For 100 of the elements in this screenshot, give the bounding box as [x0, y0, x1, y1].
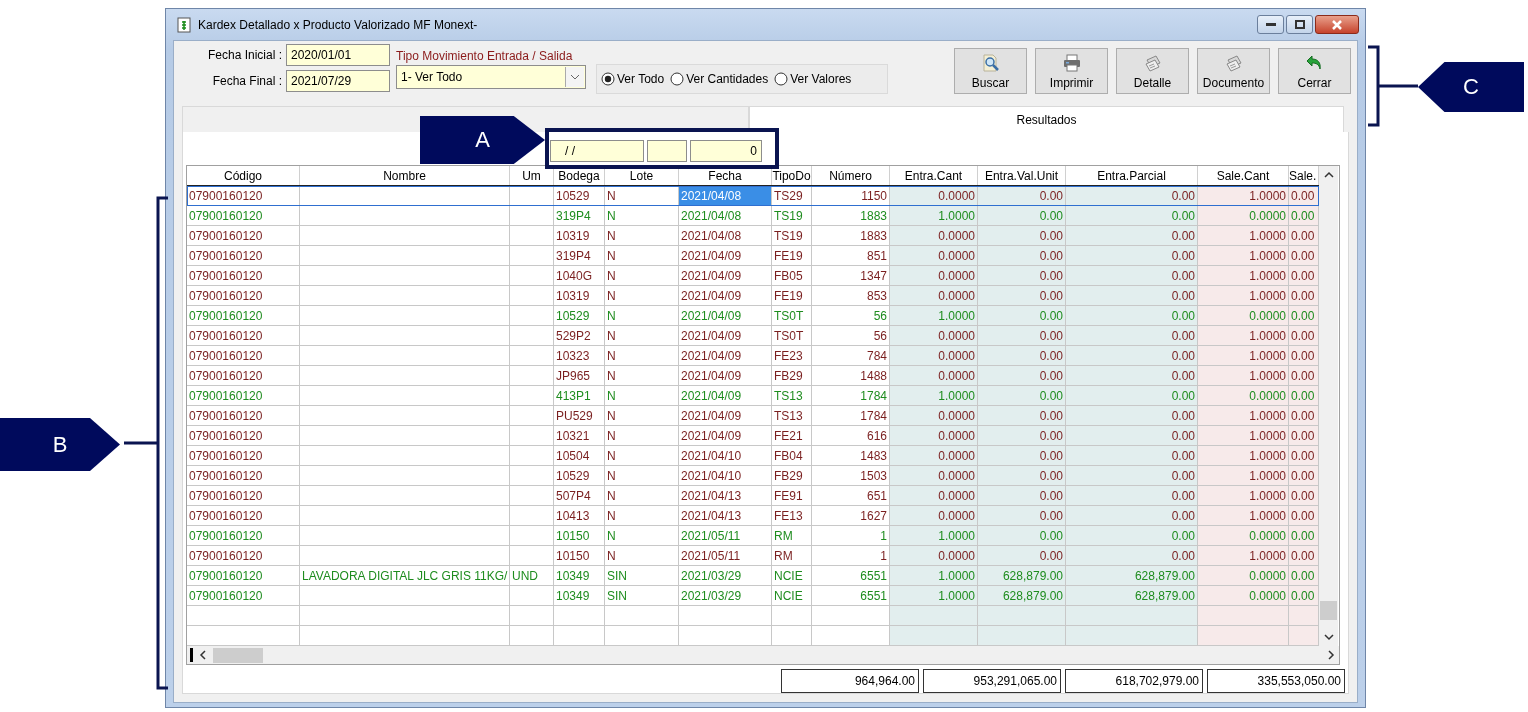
column-header[interactable]: Entra.Parcial: [1066, 166, 1198, 185]
table-cell: 628,879.00: [978, 586, 1066, 606]
type-dropdown[interactable]: 1- Ver Todo: [396, 65, 586, 89]
table-cell: 0.00: [1289, 326, 1319, 346]
radio-option[interactable]: Ver Cantidades: [670, 72, 769, 86]
table-cell: 628,879.00: [1066, 586, 1198, 606]
table-cell: N: [605, 206, 679, 226]
column-header[interactable]: Fecha: [679, 166, 772, 185]
column-header[interactable]: Sale.Cant: [1198, 166, 1289, 185]
close-button[interactable]: [1315, 15, 1359, 34]
table-cell: [510, 226, 554, 246]
scrollbar-thumb[interactable]: [1320, 601, 1337, 620]
toolbar-button[interactable]: Cerrar: [1278, 48, 1351, 94]
table-cell: 07900160120: [187, 566, 300, 586]
toolbar-button[interactable]: Detalle: [1116, 48, 1189, 94]
column-header[interactable]: Número: [812, 166, 890, 185]
date-field[interactable]: 2021/07/29: [286, 70, 390, 92]
table-cell: 1.0000: [1198, 406, 1289, 426]
column-header[interactable]: TipoDo: [772, 166, 812, 185]
table-cell: [510, 266, 554, 286]
table-cell: 1.0000: [1198, 486, 1289, 506]
table-cell: 07900160120: [187, 266, 300, 286]
callout-marker: C: [1418, 62, 1524, 112]
table-row[interactable]: 07900160120 10319 N 2021/04/08 TS19 1883 0.0000 0.00 0.00 1.0000 0.00: [187, 226, 1319, 246]
table-row[interactable]: 07900160120 413P1 N 2021/04/09 TS13 1784 1.0000 0.00 0.00 0.0000 0.00: [187, 386, 1319, 406]
table-row[interactable]: 07900160120 10150 N 2021/05/11 RM 1 0.0000 0.00 0.00 1.0000 0.00: [187, 546, 1319, 566]
date-field[interactable]: / /: [550, 140, 644, 162]
table-row[interactable]: 07900160120 10150 N 2021/05/11 RM 1 1.0000 0.00 0.00 0.0000 0.00: [187, 526, 1319, 546]
table-row[interactable]: 07900160120 507P4 N 2021/04/13 FE91 651 0.0000 0.00 0.00 1.0000 0.00: [187, 486, 1319, 506]
table-row[interactable]: 07900160120 10349 SIN 2021/03/29 NCIE 6551 1.0000 628,879.00 628,879.00 0.0000 0.00: [187, 586, 1319, 606]
toolbar-button[interactable]: Buscar: [954, 48, 1027, 94]
table-cell: 0.00: [1289, 346, 1319, 366]
table-row[interactable]: 07900160120 JP965 N 2021/04/09 FB29 1488 0.0000 0.00 0.00 1.0000 0.00: [187, 366, 1319, 386]
table-row[interactable]: 07900160120 10413 N 2021/04/13 FE13 1627 0.0000 0.00 0.00 1.0000 0.00: [187, 506, 1319, 526]
documents-icon: [1142, 53, 1163, 73]
table-cell: 07900160120: [187, 186, 300, 206]
table-cell: 07900160120: [187, 226, 300, 246]
table-cell: 628,879.00: [978, 566, 1066, 586]
toolbar-button[interactable]: Documento: [1197, 48, 1270, 94]
minimize-button[interactable]: [1257, 15, 1284, 34]
date-field[interactable]: 2020/01/01: [286, 44, 390, 66]
table-row[interactable]: 07900160120 319P4 N 2021/04/09 FE19 851 0.0000 0.00 0.00 1.0000 0.00: [187, 246, 1319, 266]
column-header[interactable]: Código: [187, 166, 300, 185]
table-row[interactable]: 07900160120 10529 N 2021/04/10 FB29 1503 0.0000 0.00 0.00 1.0000 0.00: [187, 466, 1319, 486]
table-cell: 2021/04/09: [679, 286, 772, 306]
input-field[interactable]: [647, 140, 687, 162]
table-cell: 0.0000: [1198, 306, 1289, 326]
table-row[interactable]: 07900160120 10319 N 2021/04/09 FE19 853 0.0000 0.00 0.00 1.0000 0.00: [187, 286, 1319, 306]
table-row[interactable]: 07900160120 1040G N 2021/04/09 FB05 1347 0.0000 0.00 0.00 1.0000 0.00: [187, 266, 1319, 286]
tab[interactable]: Resultados: [749, 106, 1344, 132]
table-cell: 0.0000: [890, 326, 978, 346]
column-header[interactable]: Entra.Val.Unit: [978, 166, 1066, 185]
table-cell: 2021/04/10: [679, 466, 772, 486]
table-cell: 319P4: [554, 206, 605, 226]
table-cell: 0.00: [1066, 246, 1198, 266]
table-cell: 07900160120: [187, 346, 300, 366]
table-cell: N: [605, 266, 679, 286]
radio-option[interactable]: Ver Todo: [601, 72, 665, 86]
table-row[interactable]: 07900160120 10504 N 2021/04/10 FB04 1483 0.0000 0.00 0.00 1.0000 0.00: [187, 446, 1319, 466]
table-cell: 0.00: [978, 446, 1066, 466]
table-cell: 0.00: [978, 426, 1066, 446]
table-cell: 1.0000: [890, 386, 978, 406]
close-icon: [1331, 19, 1343, 30]
spreadsheet-icon: [176, 16, 192, 33]
table-cell: 2021/04/08: [679, 226, 772, 246]
table-cell: 10529: [554, 186, 605, 206]
table-cell: TS19: [772, 226, 812, 246]
table-row[interactable]: 07900160120 10529 N 2021/04/08 TS29 1150 0.0000 0.00 0.00 1.0000 0.00: [187, 186, 1319, 206]
table-cell: 2021/04/09: [679, 306, 772, 326]
table-cell: 0.00: [1289, 286, 1319, 306]
scrollbar-thumb[interactable]: [213, 647, 263, 663]
radio-option[interactable]: Ver Valores: [774, 72, 852, 86]
column-header[interactable]: Bodega: [554, 166, 605, 185]
table-row[interactable]: 07900160120 LAVADORA DIGITAL JLC GRIS 11KG/ UND 10349 SIN 2021/03/29 NCIE 6551 1.0000 628,879.00 628,879.00 0.0000 0.00: [187, 566, 1319, 586]
column-header[interactable]: Lote: [605, 166, 679, 185]
table-cell: 0.00: [1289, 386, 1319, 406]
table-row[interactable]: 07900160120 PU529 N 2021/04/09 TS13 1784 0.0000 0.00 0.00 1.0000 0.00: [187, 406, 1319, 426]
maximize-button[interactable]: [1286, 15, 1313, 34]
table-cell: 2021/04/13: [679, 506, 772, 526]
table-row[interactable]: 07900160120 10323 N 2021/04/09 FE23 784 0.0000 0.00 0.00 1.0000 0.00: [187, 346, 1319, 366]
table-cell: FE13: [772, 506, 812, 526]
table-cell: 0.00: [1289, 406, 1319, 426]
table-cell: 0.00: [1066, 406, 1198, 426]
table-row[interactable]: 07900160120 10321 N 2021/04/09 FE21 616 0.0000 0.00 0.00 1.0000 0.00: [187, 426, 1319, 446]
table-cell: 2021/04/09: [679, 426, 772, 446]
table-cell: 10504: [554, 446, 605, 466]
table-cell: FE91: [772, 486, 812, 506]
table-row[interactable]: 07900160120 529P2 N 2021/04/09 TS0T 56 0.0000 0.00 0.00 1.0000 0.00: [187, 326, 1319, 346]
column-header[interactable]: Nombre: [300, 166, 510, 185]
number-field[interactable]: 0: [690, 140, 762, 162]
table-cell: 0.0000: [890, 506, 978, 526]
column-header[interactable]: Entra.Cant: [890, 166, 978, 185]
column-header[interactable]: Um: [510, 166, 554, 185]
table-cell: [510, 206, 554, 226]
table-cell: 0.00: [1066, 426, 1198, 446]
table-row[interactable]: 07900160120 319P4 N 2021/04/08 TS19 1883 1.0000 0.00 0.00 0.0000 0.00: [187, 206, 1319, 226]
toolbar-button[interactable]: Imprimir: [1035, 48, 1108, 94]
table-row[interactable]: 07900160120 10529 N 2021/04/09 TS0T 56 1.0000 0.00 0.00 0.0000 0.00: [187, 306, 1319, 326]
table-cell: 07900160120: [187, 406, 300, 426]
table-cell: 07900160120: [187, 386, 300, 406]
